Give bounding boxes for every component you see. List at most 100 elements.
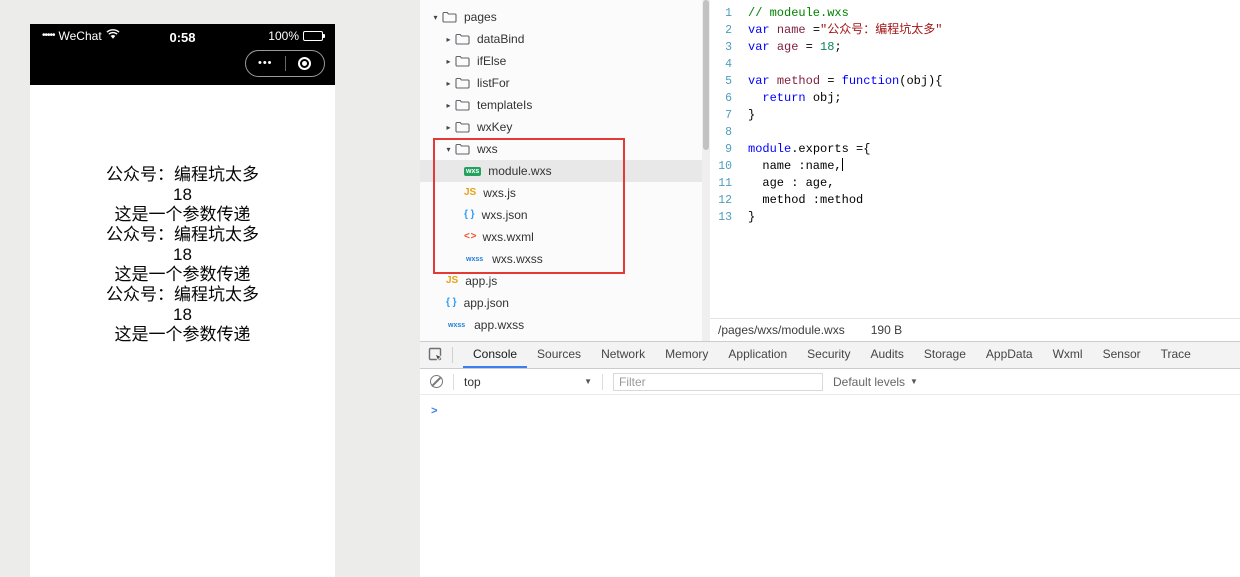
tab-network[interactable]: Network	[591, 342, 655, 368]
phone-text-line: 这是一个参数传递	[114, 265, 251, 284]
tree-file-app-wxss[interactable]: wxss app.wxss	[420, 314, 702, 336]
more-icon[interactable]: •••	[246, 57, 285, 69]
tree-item-label: app.wxss	[474, 318, 525, 332]
phone-screen: ••••• WeChat 0:58 100% ••• 公众号：编程坑太多 18 …	[30, 24, 335, 577]
toolbar-divider	[452, 347, 453, 363]
tab-wxml[interactable]: Wxml	[1043, 342, 1093, 368]
tab-sources[interactable]: Sources	[527, 342, 591, 368]
tab-trace[interactable]: Trace	[1151, 342, 1201, 368]
tree-folder-listFor[interactable]: ▸ listFor	[420, 72, 702, 94]
caret-right-icon[interactable]: ▸	[442, 101, 455, 110]
code-line: 1 // modeule.wxs	[710, 5, 1240, 22]
code-text: // modeule.wxs	[748, 6, 849, 20]
folder-icon	[455, 77, 470, 89]
tab-console[interactable]: Console	[463, 342, 528, 368]
devtools-panel: Console Sources Network Memory Application Se…	[420, 341, 1240, 577]
tab-sensor[interactable]: Sensor	[1093, 342, 1151, 368]
code-editor[interactable]: 1 // modeule.wxs 2 var name ="公众号：编程坑太多" 3 va…	[710, 0, 1240, 318]
code-text: var method = function(obj){	[748, 74, 943, 88]
phone-text-line: 18	[173, 185, 192, 204]
tree-file-wxs-wxss[interactable]: wxss wxs.wxss	[420, 248, 702, 270]
tab-storage[interactable]: Storage	[914, 342, 976, 368]
scrollbar-thumb[interactable]	[703, 0, 709, 150]
tree-folder-dataBind[interactable]: ▸ dataBind	[420, 28, 702, 50]
code-line: 13}	[710, 209, 1240, 226]
phone-text-line: 18	[173, 245, 192, 264]
filter-input[interactable]	[613, 372, 823, 391]
tree-item-label: dataBind	[477, 32, 525, 46]
code-line: 6 return obj;	[710, 90, 1240, 107]
console-prompt-icon: >	[431, 406, 438, 418]
folder-icon	[455, 121, 470, 133]
tab-security[interactable]: Security	[797, 342, 860, 368]
wxs-file-icon: wxs	[464, 166, 482, 176]
file-size: 190 B	[870, 323, 903, 337]
signal-dots-icon: •••••	[42, 29, 55, 41]
line-number: 6	[725, 92, 732, 105]
tree-folder-ifElse[interactable]: ▸ ifElse	[420, 50, 702, 72]
json-file-icon: { }	[446, 297, 457, 308]
tree-file-app-json[interactable]: { } app.json	[420, 292, 702, 314]
tree-file-module-wxs[interactable]: wxs module.wxs	[420, 160, 702, 182]
caret-right-icon[interactable]: ▸	[442, 79, 455, 88]
tree-folder-templateIs[interactable]: ▸ templateIs	[420, 94, 702, 116]
devtools-tabs: Console Sources Network Memory Application Se…	[463, 342, 1201, 368]
capsule-menu[interactable]: •••	[245, 50, 325, 77]
code-line: 4	[710, 56, 1240, 73]
phone-text-line: 18	[173, 305, 192, 324]
tab-application[interactable]: Application	[718, 342, 797, 368]
code-text: }	[748, 108, 756, 122]
panel-splitter[interactable]	[702, 0, 710, 341]
wechat-devtools-window: ••••• WeChat 0:58 100% ••• 公众号：编程坑太多 18 …	[0, 0, 1240, 577]
console-output[interactable]: >	[420, 395, 1240, 577]
tree-item-label: module.wxs	[488, 164, 552, 178]
code-line: 12 method :method	[710, 192, 1240, 209]
phone-text-line: 这是一个参数传递	[114, 325, 251, 344]
line-number: 10	[718, 160, 732, 173]
code-text: age : age,	[748, 176, 835, 190]
tree-folder-wxs[interactable]: ▾ wxs	[420, 138, 702, 160]
line-number: 4	[725, 58, 732, 71]
phone-content: 公众号：编程坑太多 18 这是一个参数传递 公众号：编程坑太多 18 这是一个参数传递 公众…	[30, 85, 335, 345]
tree-folder-wxKey[interactable]: ▸ wxKey	[420, 116, 702, 138]
tree-item-label: app.js	[465, 274, 498, 288]
context-selector[interactable]: top ▼	[464, 375, 592, 389]
caret-down-icon[interactable]: ▾	[442, 145, 455, 154]
home-icon[interactable]	[286, 57, 325, 70]
line-number: 2	[725, 24, 732, 37]
clear-console-icon[interactable]	[430, 375, 443, 388]
tree-item-label: app.json	[463, 296, 509, 310]
tree-item-label: ifElse	[477, 54, 507, 68]
js-file-icon: JS	[446, 275, 459, 286]
tree-file-app-js[interactable]: JS app.js	[420, 270, 702, 292]
tab-appdata[interactable]: AppData	[976, 342, 1043, 368]
tree-file-wxs-wxml[interactable]: < > wxs.wxml	[420, 226, 702, 248]
wxss-file-icon: wxss	[448, 321, 466, 329]
tree-item-label: wxs.wxml	[482, 230, 534, 244]
tree-file-wxs-js[interactable]: JS wxs.js	[420, 182, 702, 204]
caret-right-icon[interactable]: ▸	[442, 35, 455, 44]
line-number: 5	[725, 75, 732, 88]
log-levels-label: Default levels	[833, 374, 906, 389]
line-number: 8	[725, 126, 732, 139]
clock: 0:58	[169, 30, 196, 45]
ide-column: ▾ pages ▸ dataBind ▸ ifElse ▸ listFor ▸ templateI…	[420, 0, 1240, 577]
json-file-icon: { }	[464, 209, 475, 220]
tree-file-wxs-json[interactable]: { } wxs.json	[420, 204, 702, 226]
line-number: 1	[725, 7, 732, 20]
caret-right-icon[interactable]: ▸	[442, 123, 455, 132]
toolbar-divider	[453, 373, 454, 390]
tree-item-label: wxs	[477, 142, 498, 156]
code-text: }	[748, 210, 756, 224]
code-text: method :method	[748, 193, 864, 207]
tree-folder-pages[interactable]: ▾ pages	[420, 6, 702, 28]
tab-memory[interactable]: Memory	[655, 342, 718, 368]
inspect-element-icon[interactable]	[428, 342, 452, 368]
caret-down-icon[interactable]: ▾	[429, 13, 442, 22]
log-levels-selector[interactable]: Default levels ▼	[833, 375, 918, 389]
code-text: var age = 18;	[748, 40, 842, 54]
caret-right-icon[interactable]: ▸	[442, 57, 455, 66]
code-line: 2 var name ="公众号：编程坑太多"	[710, 22, 1240, 39]
tab-audits[interactable]: Audits	[861, 342, 914, 368]
js-file-icon: JS	[464, 187, 477, 198]
